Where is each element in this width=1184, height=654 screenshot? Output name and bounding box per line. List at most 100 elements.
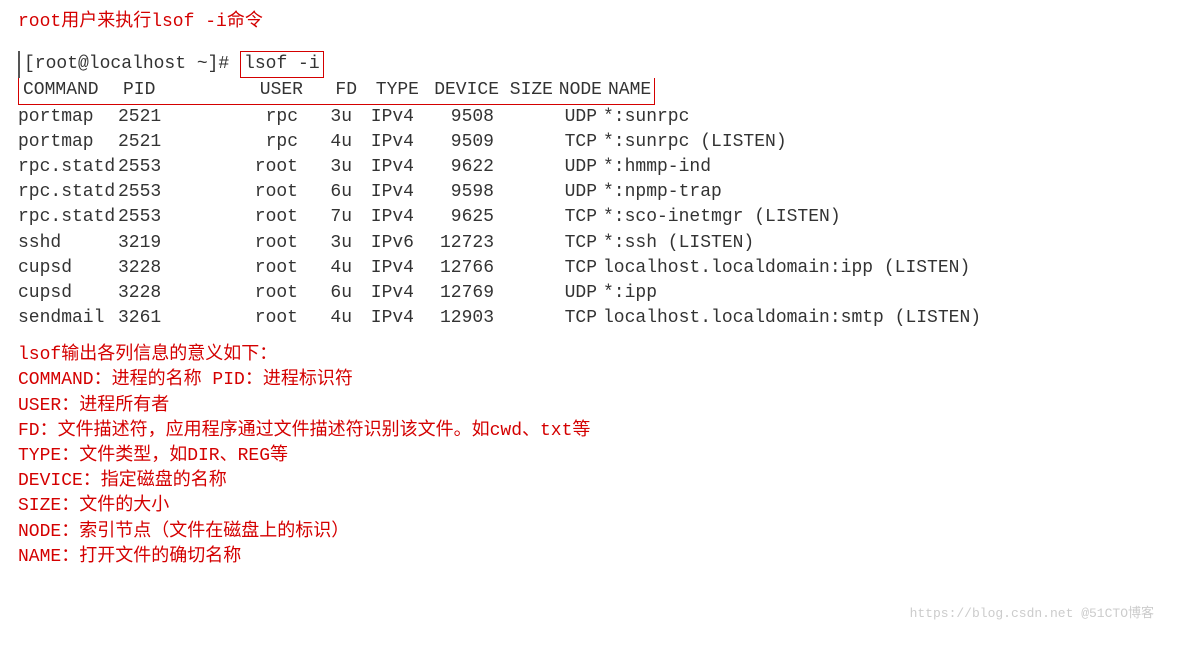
cell: root bbox=[173, 231, 308, 256]
cell: 9598 bbox=[418, 180, 498, 205]
title: root用户来执行lsof -i命令 bbox=[18, 10, 1166, 35]
cell: IPv4 bbox=[358, 155, 418, 180]
cell bbox=[498, 105, 548, 130]
cell: root bbox=[173, 180, 308, 205]
cell: 3261 bbox=[118, 306, 173, 331]
shell-prompt-line: [root@localhost ~]# lsof -i bbox=[18, 51, 1166, 78]
explain-line: FD：文件描述符，应用程序通过文件描述符识别该文件。如cwd、txt等 bbox=[18, 419, 1166, 444]
table-row: rpc.statd2553root3uIPv49622 UDP*:hmmp-ind bbox=[18, 155, 1166, 180]
cell: root bbox=[173, 256, 308, 281]
cell: *:sco-inetmgr (LISTEN) bbox=[603, 205, 1166, 230]
cell: rpc.statd bbox=[18, 205, 118, 230]
cell: 9509 bbox=[418, 130, 498, 155]
cell: IPv4 bbox=[358, 180, 418, 205]
cell: 9625 bbox=[418, 205, 498, 230]
cell: rpc bbox=[173, 105, 308, 130]
cell: 12766 bbox=[418, 256, 498, 281]
cell: 12769 bbox=[418, 281, 498, 306]
cell: sendmail bbox=[18, 306, 118, 331]
cell bbox=[498, 281, 548, 306]
cell: root bbox=[173, 155, 308, 180]
cell: 12723 bbox=[418, 231, 498, 256]
cell: rpc bbox=[173, 130, 308, 155]
table-row: cupsd3228root6uIPv412769UDP*:ipp bbox=[18, 281, 1166, 306]
cell: *:hmmp-ind bbox=[603, 155, 1166, 180]
lsof-output: portmap2521rpc3uIPv49508UDP*:sunrpcportm… bbox=[18, 105, 1166, 332]
cell: sshd bbox=[18, 231, 118, 256]
cell: root bbox=[173, 281, 308, 306]
cell: cupsd bbox=[18, 256, 118, 281]
explain-line: DEVICE：指定磁盘的名称 bbox=[18, 469, 1166, 494]
cell: 3u bbox=[308, 105, 358, 130]
cell: rpc.statd bbox=[18, 180, 118, 205]
col-size: SIZE bbox=[503, 78, 553, 103]
cell: IPv4 bbox=[358, 105, 418, 130]
shell-prompt: [root@localhost ~]# bbox=[24, 54, 229, 74]
cell: IPv4 bbox=[358, 130, 418, 155]
cell: 4u bbox=[308, 306, 358, 331]
cell: IPv4 bbox=[358, 306, 418, 331]
cell: 3u bbox=[308, 155, 358, 180]
table-row: sendmail3261root4uIPv412903TCPlocalhost.… bbox=[18, 306, 1166, 331]
cell: IPv4 bbox=[358, 256, 418, 281]
cell: *:ipp bbox=[603, 281, 1166, 306]
col-user: USER bbox=[178, 78, 313, 103]
col-command: COMMAND bbox=[23, 78, 123, 103]
table-row: portmap2521rpc4uIPv49509TCP*:sunrpc (LIS… bbox=[18, 130, 1166, 155]
watermark: https://blog.csdn.net @51CTO博客 bbox=[910, 605, 1154, 623]
explain-line: USER：进程所有者 bbox=[18, 394, 1166, 419]
explain-line: TYPE：文件类型，如DIR、REG等 bbox=[18, 444, 1166, 469]
cell: TCP bbox=[548, 231, 603, 256]
cell: 2553 bbox=[118, 155, 173, 180]
cell: 9622 bbox=[418, 155, 498, 180]
table-row: rpc.statd2553root6uIPv49598UDP*:npmp-tra… bbox=[18, 180, 1166, 205]
cell: TCP bbox=[548, 256, 603, 281]
cell: rpc.statd bbox=[18, 155, 118, 180]
cell: root bbox=[173, 306, 308, 331]
cell: localhost.localdomain:smtp (LISTEN) bbox=[603, 306, 1166, 331]
col-device: DEVICE bbox=[423, 78, 503, 103]
explain-line: NAME：打开文件的确切名称 bbox=[18, 545, 1166, 570]
cell: IPv4 bbox=[358, 281, 418, 306]
cell: 2521 bbox=[118, 105, 173, 130]
cell: 7u bbox=[308, 205, 358, 230]
table-row: portmap2521rpc3uIPv49508UDP*:sunrpc bbox=[18, 105, 1166, 130]
table-row: cupsd3228root4uIPv412766TCPlocalhost.loc… bbox=[18, 256, 1166, 281]
cell bbox=[498, 130, 548, 155]
cell: portmap bbox=[18, 130, 118, 155]
explain-line: lsof输出各列信息的意义如下： bbox=[18, 343, 1166, 368]
explain-line: COMMAND：进程的名称 PID：进程标识符 bbox=[18, 368, 1166, 393]
cell: *:npmp-trap bbox=[603, 180, 1166, 205]
cell bbox=[498, 180, 548, 205]
cell: 9508 bbox=[418, 105, 498, 130]
cell: root bbox=[173, 205, 308, 230]
col-pid: PID bbox=[123, 78, 178, 103]
cell bbox=[498, 205, 548, 230]
cell: *:sunrpc (LISTEN) bbox=[603, 130, 1166, 155]
cell bbox=[498, 306, 548, 331]
cell: 6u bbox=[308, 180, 358, 205]
cell: UDP bbox=[548, 155, 603, 180]
cell: 4u bbox=[308, 130, 358, 155]
cell bbox=[498, 231, 548, 256]
col-type: TYPE bbox=[363, 78, 423, 103]
cell bbox=[498, 155, 548, 180]
explanation: lsof输出各列信息的意义如下： COMMAND：进程的名称 PID：进程标识符… bbox=[18, 343, 1166, 570]
cell: 4u bbox=[308, 256, 358, 281]
cell: 12903 bbox=[418, 306, 498, 331]
lsof-header: COMMAND PID USER FD TYPE DEVICE SIZE NOD… bbox=[18, 78, 1166, 104]
cell: 3219 bbox=[118, 231, 173, 256]
cell: IPv4 bbox=[358, 205, 418, 230]
cell: 3u bbox=[308, 231, 358, 256]
cell: IPv6 bbox=[358, 231, 418, 256]
cell: *:ssh (LISTEN) bbox=[603, 231, 1166, 256]
cell: TCP bbox=[548, 205, 603, 230]
col-name: NAME bbox=[608, 78, 651, 103]
cell: 3228 bbox=[118, 281, 173, 306]
command-box: lsof -i bbox=[240, 51, 324, 78]
cell: 2553 bbox=[118, 205, 173, 230]
col-node: NODE bbox=[553, 78, 608, 103]
cell: 3228 bbox=[118, 256, 173, 281]
cell: UDP bbox=[548, 105, 603, 130]
cell: 2553 bbox=[118, 180, 173, 205]
